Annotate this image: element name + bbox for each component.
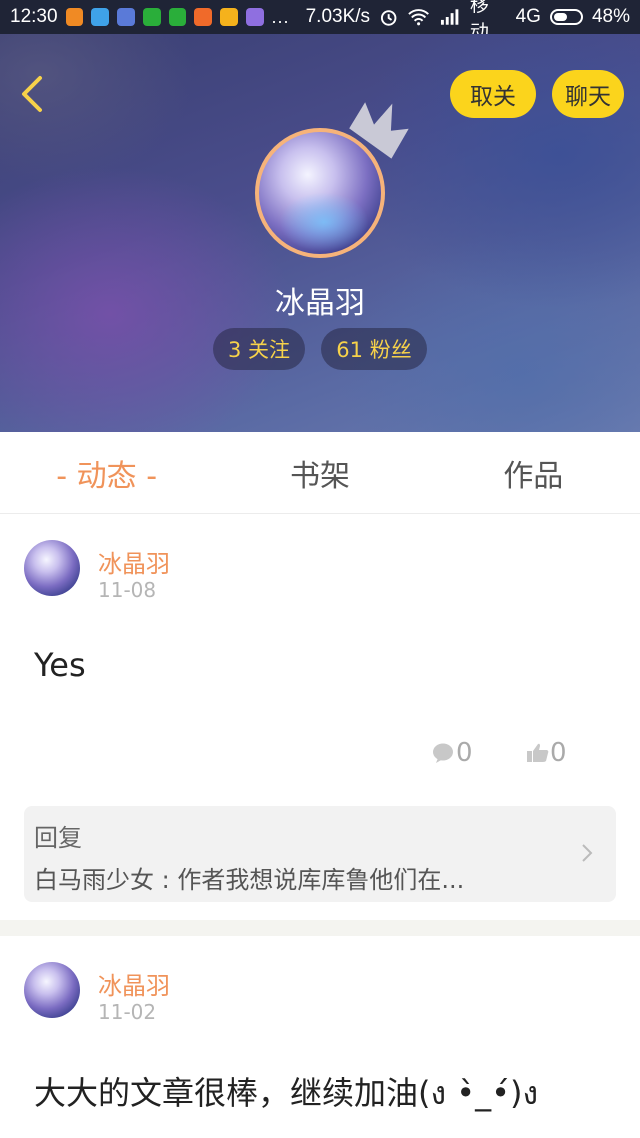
fans-count[interactable]: 61 粉丝 [321,328,427,370]
profile-tabs: - 动态 - 书架 作品 [0,432,640,514]
post-avatar[interactable] [24,962,80,1018]
status-time: 12:30 [10,6,58,27]
tab-bookshelf[interactable]: 书架 [213,432,426,513]
activity-post: 冰晶羽 11-08 Yes 0 0 回复 白马雨少女 : 作者我想说库库鲁他们在… [0,514,640,920]
reply-label: 回复 [34,824,82,852]
post-author[interactable]: 冰晶羽 [98,544,170,579]
more-notifications-icon: ... [271,6,290,27]
post-avatar[interactable] [24,540,80,596]
post-author[interactable]: 冰晶羽 [98,966,170,1001]
notification-app-icon [91,8,110,26]
tab-activity[interactable]: - 动态 - [0,432,213,513]
unfollow-button[interactable]: 取关 [450,70,536,118]
wechat-icon [168,8,187,26]
network-speed: 7.03K/s [305,6,371,27]
signal-icon [440,9,458,25]
battery-percent: 48% [591,6,630,27]
profile-page: 12:30 ... 7.03K/s 移动 4G 48% 取关 聊天 冰晶羽 3 … [0,0,640,1138]
reply-preview[interactable]: 回复 白马雨少女 : 作者我想说库库鲁他们在... [24,806,616,902]
post-text: Yes [34,646,86,684]
post-divider [0,920,640,936]
back-button[interactable] [12,72,52,116]
network-type: 4G [515,6,541,27]
battery-icon [549,9,583,25]
wechat-icon [142,8,161,26]
following-count[interactable]: 3 关注 [213,328,305,370]
wifi-icon [408,9,430,26]
like-count: 0 [550,738,567,768]
alarm-icon [380,10,397,26]
notification-shield-icon [117,8,135,26]
notification-app-icon [65,8,84,26]
chevron-right-icon [582,844,593,862]
comment-counter[interactable]: 0 [432,738,473,768]
chat-button[interactable]: 聊天 [552,70,624,118]
notification-app-icon [245,8,264,26]
notification-app-icon [194,8,213,26]
post-date: 11-08 [98,578,157,602]
status-bar: 12:30 ... 7.03K/s 移动 4G 48% [0,0,640,43]
thumbs-up-icon [527,743,549,762]
profile-avatar[interactable] [255,128,385,258]
activity-post: 冰晶羽 11-02 大大的文章很棒，继续加油(ง •̀_•́)ง [0,936,640,1138]
back-arrow-icon [22,76,42,112]
profile-username: 冰晶羽 [275,286,365,321]
comment-count: 0 [456,738,473,768]
profile-header: 取关 聊天 冰晶羽 3 关注 61 粉丝 [0,34,640,432]
comment-icon [433,743,453,763]
mail-icon [220,8,238,26]
like-counter[interactable]: 0 [526,738,567,768]
tab-works[interactable]: 作品 [427,432,640,513]
post-text: 大大的文章很棒，继续加油(ง •̀_•́)ง [34,1074,539,1112]
reply-text: 白马雨少女 : 作者我想说库库鲁他们在... [34,866,465,894]
post-date: 11-02 [98,1000,157,1024]
